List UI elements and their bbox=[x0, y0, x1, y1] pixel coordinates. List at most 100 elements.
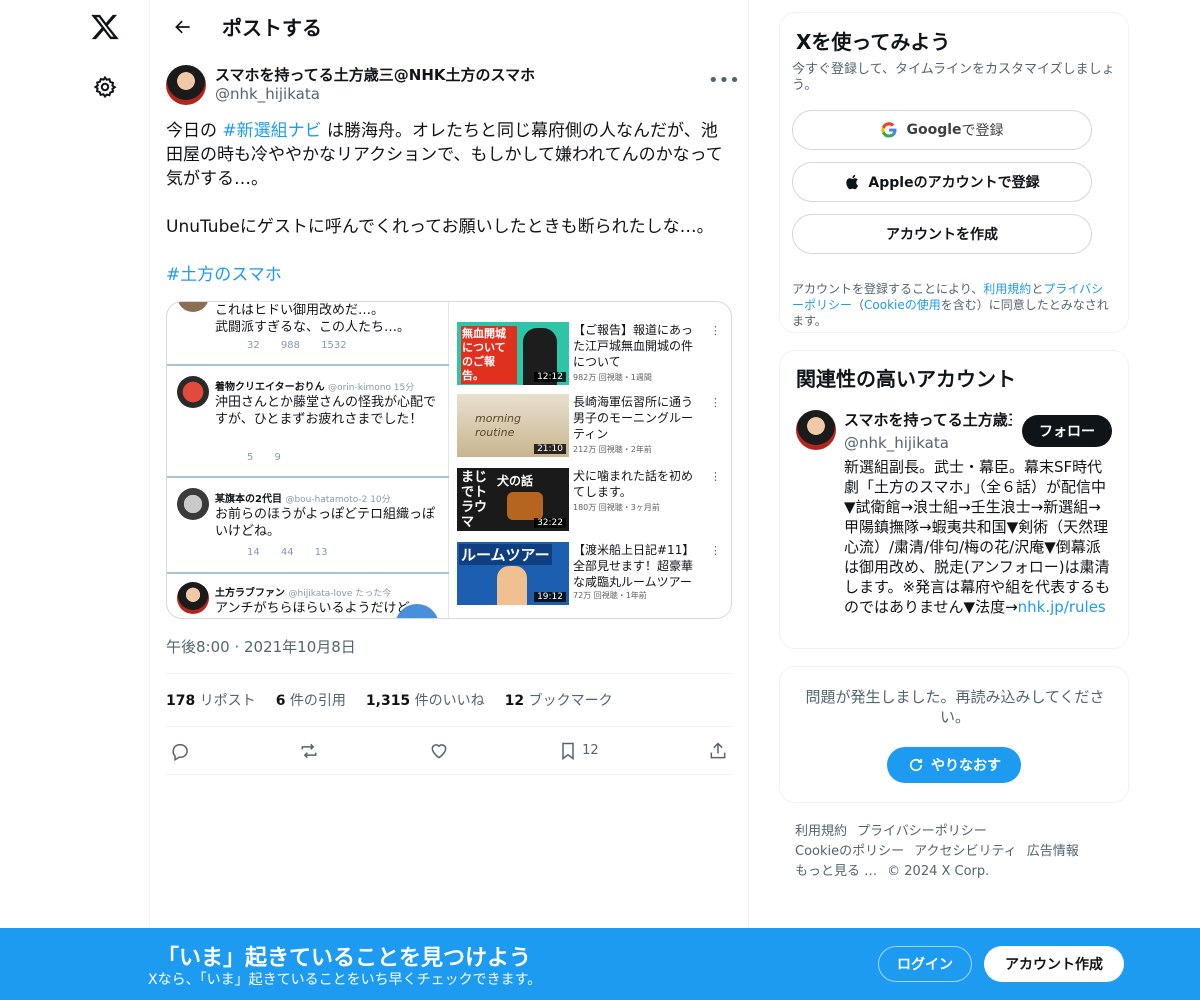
error-card: 問題が発生しました。再読み込みしてください。 やりなおす bbox=[779, 666, 1129, 803]
retry-button[interactable]: やりなおす bbox=[887, 747, 1021, 783]
bookmark-icon bbox=[562, 742, 574, 760]
share-button[interactable] bbox=[708, 741, 728, 761]
apple-icon bbox=[846, 174, 859, 190]
footer-link-accessibility[interactable]: アクセシビリティ bbox=[914, 844, 1017, 859]
thumbnail-figure bbox=[497, 566, 527, 605]
related-accounts-card: 関連性の高いアカウント スマホを持ってる土方歳三@NHK土方のスマホ @nhk_… bbox=[779, 350, 1129, 649]
like-button[interactable] bbox=[429, 741, 449, 761]
media-tweet-author-name: 着物クリエイターおりん bbox=[215, 382, 325, 393]
banner-subtitle: Xなら、「いま」起きていることをいち早くチェックできます。 bbox=[148, 972, 542, 988]
footer-copyright: © 2024 X Corp. bbox=[887, 864, 990, 879]
signup-title: Xを使ってみよう bbox=[796, 30, 951, 54]
related-account-bio: 新選組副長。武士・幕臣。幕末SF時代劇「土方のスマホ」（全６話）が配信中▼試衛館… bbox=[844, 457, 1114, 617]
thumbnail-caption: morning routine bbox=[475, 412, 521, 439]
media-video-list: 無血開城についてのご報告。 12:12 【ご報告】報道にあった江戸城無血開城の件… bbox=[449, 302, 731, 618]
terms-mid: （ bbox=[852, 298, 865, 312]
footer-link-privacy[interactable]: プライバシーポリシー bbox=[857, 824, 987, 839]
post: スマホを持ってる土方歳三@NHK土方のスマホ @nhk_hijikata •••… bbox=[150, 53, 748, 775]
handle[interactable]: @nhk_hijikata bbox=[215, 85, 708, 104]
banner-signup-button[interactable]: アカウント作成 bbox=[984, 946, 1124, 982]
page-title: ポストする bbox=[222, 16, 322, 40]
reply-button[interactable] bbox=[170, 741, 190, 761]
video-title: 犬に噛まれた話を初めてします。 bbox=[573, 469, 694, 499]
media-tweet-actions: 14 44 13 bbox=[247, 547, 328, 558]
post-text: 今日の #新選組ナビ は勝海舟。オレたちと同じ幕府側の人なんだが、池田屋の時も冷… bbox=[166, 119, 732, 287]
google-signup-label: で登録 bbox=[961, 123, 1004, 139]
footer-link-terms[interactable]: 利用規約 bbox=[795, 824, 847, 839]
video-title: 【渡米船上日記#11】全部見せます！超豪華な咸臨丸ルームツアー bbox=[573, 543, 695, 589]
avatar[interactable] bbox=[166, 65, 206, 105]
likes-count: 1,315 bbox=[365, 693, 411, 709]
video-more-icon: ⋮ bbox=[710, 396, 721, 409]
likes-stat[interactable]: 1,315 件のいいね bbox=[366, 690, 485, 710]
post-author: スマホを持ってる土方歳三@NHK土方のスマホ @nhk_hijikata ••• bbox=[166, 65, 740, 105]
apple-signup-button[interactable]: Appleのアカウントで登録 bbox=[792, 162, 1092, 202]
reposts-count: 178 bbox=[166, 693, 196, 709]
cookie-link[interactable]: Cookieの使用 bbox=[864, 298, 941, 312]
video-title: 長崎海軍伝習所に通う男子のモーニングルーティン bbox=[573, 395, 694, 441]
media-tweet: 某旗本の2代目 @bou-hatamoto-2 10分 お前らのほうがよっぽどテ… bbox=[167, 480, 449, 574]
bookmark-button[interactable]: 12 bbox=[558, 741, 599, 761]
signup-card: Xを使ってみよう 今すぐ登録して、タイムラインをカスタマイズしましょう。 Goo… bbox=[779, 12, 1129, 333]
error-message: 問題が発生しました。再読み込みしてください。 bbox=[805, 688, 1105, 726]
related-account-handle[interactable]: @nhk_hijikata bbox=[844, 434, 949, 452]
related-account-name[interactable]: スマホを持ってる土方歳三@NHK土方のスマホ bbox=[844, 411, 1012, 430]
more-options-icon[interactable]: ••• bbox=[708, 72, 740, 97]
media-video-item: 無血開城についてのご報告。 12:12 【ご報告】報道にあった江戸城無血開城の件… bbox=[457, 322, 727, 388]
create-account-button[interactable]: アカウントを作成 bbox=[792, 214, 1092, 254]
bookmark-count: 12 bbox=[582, 743, 599, 758]
terms-link[interactable]: 利用規約 bbox=[983, 282, 1031, 296]
apple-signup-label: Appleのアカウントで登録 bbox=[868, 175, 1040, 191]
follow-button[interactable]: フォロー bbox=[1022, 415, 1112, 447]
quotes-stat[interactable]: 6 件の引用 bbox=[276, 690, 346, 710]
hashtag-link[interactable]: #新選組ナビ bbox=[222, 121, 321, 141]
main-column: ポストする スマホを持ってる土方歳三@NHK土方のスマホ @nhk_hijika… bbox=[149, 0, 749, 1000]
bookmarks-stat[interactable]: 12 ブックマーク bbox=[505, 690, 613, 710]
quotes-label: 件の引用 bbox=[289, 693, 346, 709]
video-more-icon: ⋮ bbox=[710, 324, 721, 337]
bookmarks-label: ブックマーク bbox=[528, 693, 613, 709]
google-signup-button[interactable]: Google で登録 bbox=[792, 110, 1092, 150]
display-name[interactable]: スマホを持ってる土方歳三@NHK土方のスマホ bbox=[215, 66, 708, 85]
media-tweet-list: これはヒドい御用改めだ…。 武闘派すぎるな、この人たち…。 32 988 153… bbox=[167, 302, 449, 618]
footer-link-more[interactable]: もっと見る … bbox=[795, 864, 877, 879]
back-arrow-icon[interactable] bbox=[166, 10, 200, 44]
google-brand: Google bbox=[906, 122, 962, 138]
media-video-item: morning routine 21:10 長崎海軍伝習所に通う男子のモーニング… bbox=[457, 394, 727, 460]
video-more-icon: ⋮ bbox=[710, 544, 721, 557]
footer-link-ads[interactable]: 広告情報 bbox=[1027, 844, 1079, 859]
media-tweet-body: お前らのほうがよっぽどテロ組織っぽいけどね。 bbox=[215, 507, 435, 539]
video-thumbnail: 無血開城についてのご報告。 12:12 bbox=[457, 322, 569, 385]
bio-link[interactable]: nhk.jp/rules bbox=[1018, 598, 1106, 616]
hashtag-link[interactable]: #土方のスマホ bbox=[166, 265, 282, 285]
repost-button[interactable] bbox=[299, 741, 319, 761]
x-logo-icon[interactable] bbox=[90, 12, 120, 42]
video-meta: 982万 回視聴・1週間 bbox=[573, 373, 652, 382]
footer-link-cookies[interactable]: Cookieのポリシー bbox=[795, 844, 904, 859]
reposts-stat[interactable]: 178 リポスト bbox=[166, 690, 256, 710]
thumbnail-caption: ルームツアー bbox=[459, 544, 552, 565]
video-duration: 32:22 bbox=[534, 518, 566, 528]
media-tweet-author-name: 某旗本の2代目 bbox=[215, 494, 282, 505]
bookmarks-count: 12 bbox=[504, 693, 525, 709]
reply-icon bbox=[172, 743, 188, 761]
post-media-image[interactable]: これはヒドい御用改めだ…。 武闘派すぎるな、この人たち…。 32 988 153… bbox=[166, 301, 732, 619]
google-icon bbox=[881, 122, 897, 138]
signup-subtitle: 今すぐ登録して、タイムラインをカスタマイズしましょう。 bbox=[792, 62, 1115, 93]
avatar bbox=[177, 582, 209, 614]
quotes-count: 6 bbox=[275, 693, 286, 709]
gear-icon[interactable] bbox=[93, 75, 117, 99]
video-thumbnail: morning routine 21:10 bbox=[457, 394, 569, 457]
reposts-label: リポスト bbox=[199, 693, 256, 709]
login-button[interactable]: ログイン bbox=[878, 946, 972, 982]
media-tweet-author-name: 土方ラブファン bbox=[215, 588, 285, 599]
video-meta: 212万 回視聴・2年前 bbox=[573, 445, 652, 454]
banner-title: 「いま」起きていることを見つけよう bbox=[157, 946, 532, 971]
media-tweet-author-meta: @hijikata-love たった今 bbox=[288, 589, 392, 599]
video-duration: 21:10 bbox=[534, 444, 566, 454]
post-header: ポストする bbox=[150, 0, 748, 53]
video-meta: 180万 回視聴・3ヶ月前 bbox=[573, 503, 660, 512]
avatar[interactable] bbox=[796, 410, 836, 450]
post-timestamp[interactable]: 午後8:00 · 2021年10月8日 bbox=[166, 635, 732, 659]
author-names: スマホを持ってる土方歳三@NHK土方のスマホ @nhk_hijikata bbox=[215, 66, 708, 104]
